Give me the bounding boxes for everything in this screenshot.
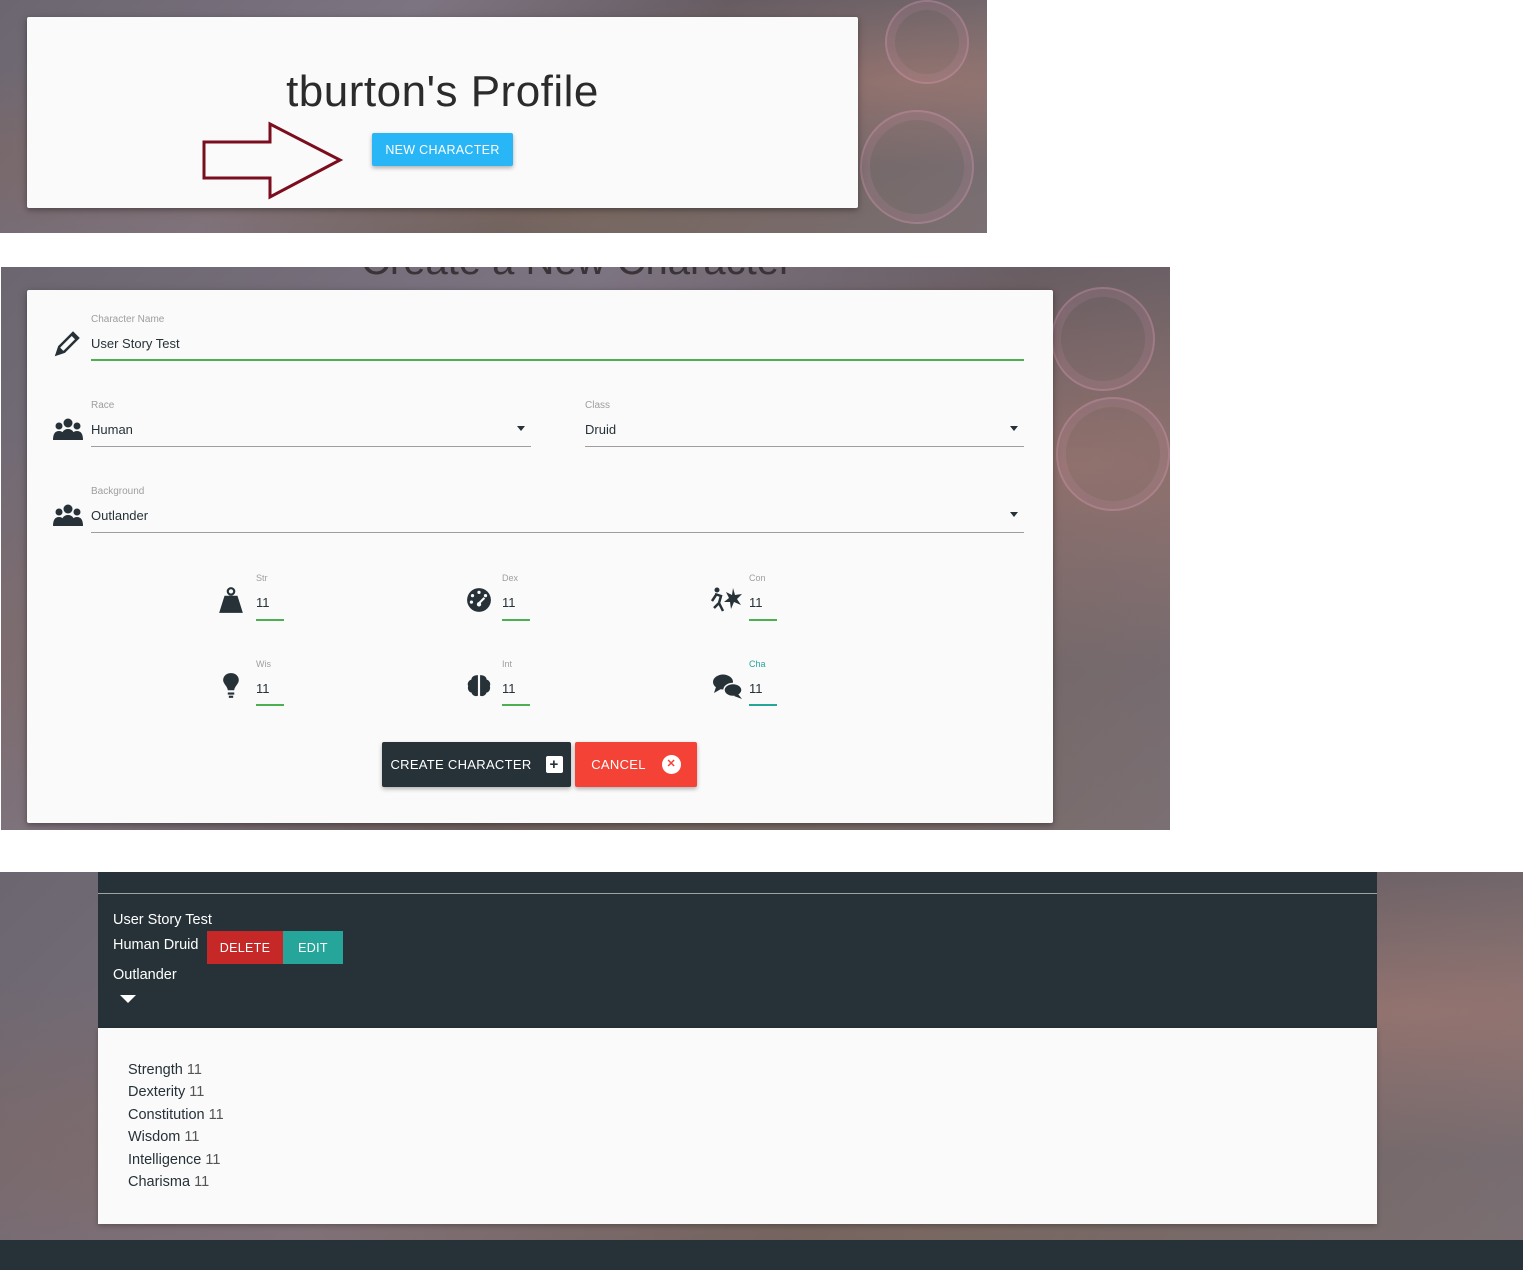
character-name-input[interactable]: User Story Test <box>91 336 180 351</box>
dex-label: Dex <box>502 573 519 583</box>
create-character-form: Character Name User Story Test Race Huma… <box>27 290 1053 823</box>
stat-value: 11 <box>205 1152 221 1168</box>
group-icon <box>53 418 83 440</box>
dex-input[interactable]: 11 <box>502 595 516 610</box>
race-select[interactable]: Race Human <box>91 400 531 448</box>
race-value: Human <box>91 422 133 437</box>
character-name-field[interactable]: Character Name User Story Test <box>91 314 1024 362</box>
race-label: Race <box>91 400 115 411</box>
field-underline <box>502 619 530 621</box>
background-rune <box>1051 287 1155 391</box>
cancel-label: CANCEL <box>591 757 646 772</box>
stat-line-strength: Strength 11 <box>128 1062 202 1078</box>
field-underline <box>749 619 777 621</box>
field-underline <box>502 704 530 706</box>
create-character-label: CREATE CHARACTER <box>390 757 532 772</box>
stat-line-wisdom: Wisdom 11 <box>128 1129 199 1145</box>
stat-name: Constitution <box>128 1107 205 1123</box>
create-character-panel: Create a New Character Character Name Us… <box>1 267 1170 830</box>
impact-icon <box>711 587 742 612</box>
background-select[interactable]: Background Outlander <box>91 486 1024 534</box>
wis-label: Wis <box>256 659 271 669</box>
footer <box>0 1240 1523 1270</box>
stat-line-charisma: Charisma 11 <box>128 1174 209 1190</box>
class-label: Class <box>585 400 611 411</box>
stat-line-constitution: Constitution 11 <box>128 1107 224 1123</box>
edit-button[interactable]: EDIT <box>283 931 343 964</box>
int-input[interactable]: 11 <box>502 681 516 696</box>
close-icon: ✕ <box>661 755 681 774</box>
delete-button[interactable]: DELETE <box>207 931 283 964</box>
background-label: Background <box>91 486 145 497</box>
background-rune <box>1056 397 1170 511</box>
create-character-button[interactable]: CREATE CHARACTER + <box>382 742 571 787</box>
background-rune <box>860 110 974 224</box>
con-input[interactable]: 11 <box>749 595 763 610</box>
character-background: Outlander <box>113 967 177 983</box>
field-underline <box>91 359 1024 361</box>
character-name-label: Character Name <box>91 314 165 325</box>
wis-input[interactable]: 11 <box>256 681 270 696</box>
new-character-button[interactable]: NEW CHARACTER <box>372 133 513 166</box>
speech-bubbles-icon <box>713 674 743 699</box>
stat-value: 11 <box>189 1084 205 1100</box>
stat-line-intelligence: Intelligence 11 <box>128 1152 220 1168</box>
character-list-panel: User Story Test Human Druid DELETE EDIT … <box>0 872 1523 1270</box>
chevron-down-icon <box>517 426 525 431</box>
con-label: Con <box>749 573 766 583</box>
field-underline <box>91 446 531 447</box>
stat-value: 11 <box>194 1174 210 1190</box>
cha-input[interactable]: 11 <box>749 681 763 696</box>
stat-name: Strength <box>128 1062 183 1078</box>
cha-label: Cha <box>749 659 766 669</box>
character-card-header[interactable]: User Story Test Human Druid DELETE EDIT … <box>98 872 1377 1028</box>
annotation-arrow-icon <box>202 121 344 200</box>
character-name: User Story Test <box>113 912 212 928</box>
stat-name: Charisma <box>128 1174 191 1190</box>
create-heading: Create a New Character <box>361 267 792 284</box>
character-stats-body: Strength 11 Dexterity 11 Constitution 11… <box>98 1028 1377 1224</box>
group-icon <box>53 504 83 526</box>
plus-icon: + <box>545 756 563 773</box>
chevron-down-icon <box>1010 426 1018 431</box>
stat-name: Intelligence <box>128 1152 202 1168</box>
background-value: Outlander <box>91 508 149 523</box>
class-select[interactable]: Class Druid <box>585 400 1024 448</box>
stat-name: Wisdom <box>128 1129 181 1145</box>
str-label: Str <box>256 573 268 583</box>
stat-value: 11 <box>184 1129 200 1145</box>
gauge-icon <box>467 588 491 612</box>
pencil-icon <box>54 331 80 357</box>
field-underline <box>256 619 284 621</box>
cancel-button[interactable]: CANCEL ✕ <box>575 742 697 787</box>
character-race-class: Human Druid <box>113 937 199 953</box>
expand-caret-icon[interactable] <box>120 995 136 1003</box>
brain-icon <box>467 675 491 697</box>
stat-name: Dexterity <box>128 1084 186 1100</box>
field-underline <box>585 446 1024 447</box>
class-value: Druid <box>585 422 617 437</box>
background-rune <box>885 0 969 84</box>
stat-value: 11 <box>208 1107 224 1123</box>
weight-icon <box>219 587 243 613</box>
profile-panel: tburton's Profile NEW CHARACTER <box>0 0 987 233</box>
field-underline <box>749 704 777 706</box>
field-underline <box>256 704 284 706</box>
stat-line-dexterity: Dexterity 11 <box>128 1084 204 1100</box>
profile-card: tburton's Profile NEW CHARACTER <box>27 17 858 208</box>
page-title: tburton's Profile <box>286 67 599 116</box>
stat-value: 11 <box>186 1062 202 1078</box>
field-underline <box>91 532 1024 533</box>
lightbulb-icon <box>223 673 239 698</box>
int-label: Int <box>502 659 513 669</box>
str-input[interactable]: 11 <box>256 595 270 610</box>
chevron-down-icon <box>1010 512 1018 517</box>
divider <box>98 893 1377 894</box>
